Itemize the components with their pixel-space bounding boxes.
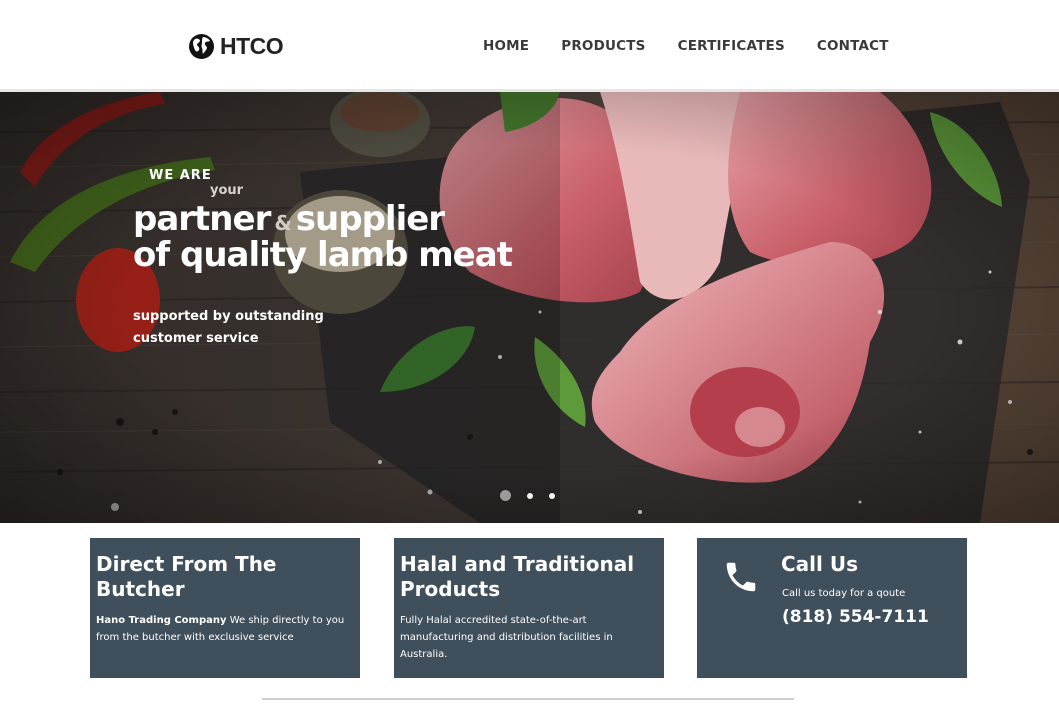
phone-number-link[interactable]: (818) 554-7111: [782, 607, 929, 627]
nav-home[interactable]: HOME: [483, 38, 529, 54]
slider-dots: [500, 490, 555, 501]
card-body: Fully Halal accredited state-of-the-art …: [400, 615, 613, 660]
phone-icon: [726, 562, 756, 592]
feature-card-direct: Direct From The Butcher Hano Trading Com…: [90, 538, 360, 678]
hero-ampersand: &: [274, 211, 292, 235]
nav-contact[interactable]: CONTACT: [817, 38, 889, 54]
hero-slider: WE ARE your partner & supplier of quality …: [0, 92, 1059, 523]
hero-headline-supplier: supplier: [295, 199, 445, 239]
section-divider: [262, 698, 794, 700]
card-body-company: Hano Trading Company: [96, 615, 227, 626]
feature-card-call: Call Us Call us today for a qoute (818) …: [697, 538, 967, 678]
hero-subtext: supported by outstanding customer servic…: [133, 309, 324, 346]
card-title: Halal and Traditional Products: [400, 552, 635, 601]
call-subtitle: Call us today for a qoute: [782, 588, 906, 599]
nav-certificates[interactable]: CERTIFICATES: [678, 38, 785, 54]
hero-headline-line2: of quality lamb meat: [133, 235, 513, 275]
hero-small-word: your: [210, 183, 244, 198]
logo[interactable]: HTCO: [188, 30, 284, 62]
feature-card-halal: Halal and Traditional Products Fully Hal…: [394, 538, 664, 678]
nav-products[interactable]: PRODUCTS: [561, 38, 645, 54]
hero-headline-partner: partner: [133, 199, 271, 239]
site-header: HTCO HOME PRODUCTS CERTIFICATES CONTACT: [0, 0, 1059, 92]
main-nav: HOME PRODUCTS CERTIFICATES CONTACT: [483, 38, 889, 54]
card-body: Hano Trading Company We ship directly to…: [96, 612, 358, 646]
card-title: Direct From The Butcher: [96, 552, 277, 601]
globe-icon: [189, 33, 214, 59]
brand-name: HTCO: [220, 32, 284, 59]
slider-dot-3[interactable]: [549, 492, 555, 499]
slider-dot-2[interactable]: [527, 492, 533, 499]
hero-eyebrow: WE ARE: [149, 168, 212, 183]
call-title: Call Us: [781, 552, 858, 576]
slider-dot-1[interactable]: [500, 490, 511, 501]
